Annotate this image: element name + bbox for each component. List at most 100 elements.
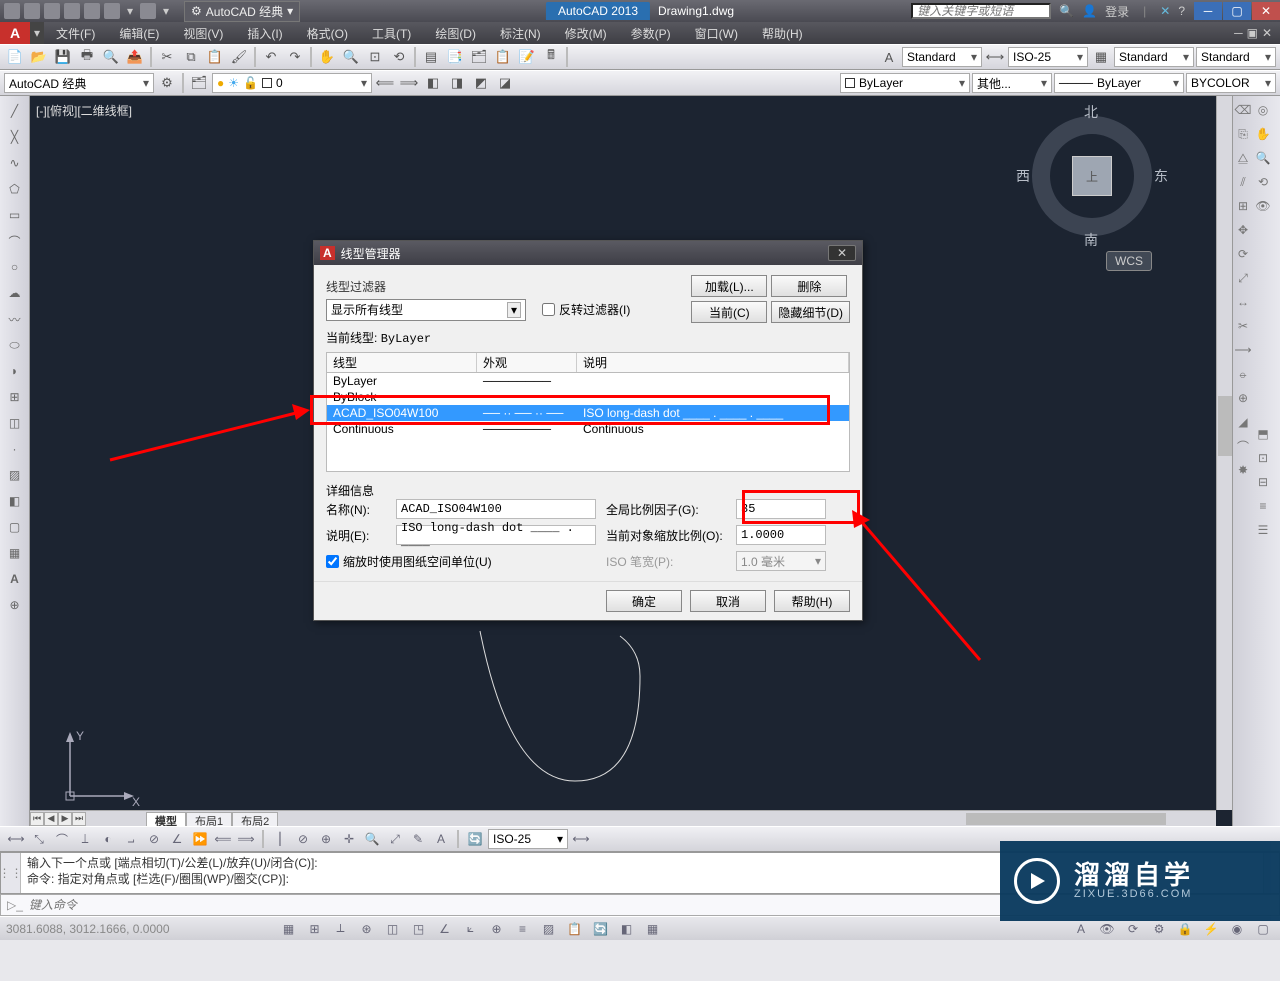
viewcube[interactable]: 北 南 西 东 上: [1022, 106, 1162, 246]
color-drop[interactable]: ByLayer▾: [840, 73, 970, 93]
dyn-icon[interactable]: ⊕: [486, 919, 508, 939]
qat-redo-icon[interactable]: [140, 3, 156, 19]
osnap-icon[interactable]: ◫: [382, 919, 404, 939]
layer-match-icon[interactable]: ◨: [446, 72, 468, 94]
tab-next-icon[interactable]: ▶: [58, 812, 72, 826]
workspace-drop[interactable]: AutoCAD 经典▾: [4, 73, 154, 93]
app-menu-arrow-icon[interactable]: ▾: [30, 22, 44, 44]
fillet-icon[interactable]: ⌒: [1233, 436, 1253, 456]
pan-icon[interactable]: ✋: [316, 46, 338, 68]
ssm-icon[interactable]: 📋: [492, 46, 514, 68]
layer-prop-icon[interactable]: 🗂: [188, 72, 210, 94]
menu-insert[interactable]: 插入(I): [235, 22, 294, 44]
model-icon[interactable]: ◧: [616, 919, 638, 939]
dc-icon[interactable]: 📑: [444, 46, 466, 68]
insert-icon[interactable]: ⊞: [4, 386, 26, 408]
dimstyle-current-drop[interactable]: ISO-25▾: [488, 829, 568, 849]
print-icon[interactable]: 🖶: [76, 46, 98, 68]
circle-icon[interactable]: ○: [4, 256, 26, 278]
trans-icon[interactable]: ▨: [538, 919, 560, 939]
textstyle-drop[interactable]: Standard▾: [902, 47, 982, 67]
menu-edit[interactable]: 编辑(E): [107, 22, 171, 44]
tpalette-icon[interactable]: 🗂: [468, 46, 490, 68]
extend-icon[interactable]: ⟶: [1233, 340, 1253, 360]
ws-switch-icon[interactable]: ⚙: [1148, 919, 1170, 939]
nav-pan-icon[interactable]: ✋: [1253, 124, 1273, 144]
hw-accel-icon[interactable]: ⚡: [1200, 919, 1222, 939]
layer-uniso-icon[interactable]: ◪: [494, 72, 516, 94]
publish-icon[interactable]: 📤: [124, 46, 146, 68]
isolate-icon[interactable]: ◉: [1226, 919, 1248, 939]
block-icon[interactable]: ◫: [4, 412, 26, 434]
tab-layout1[interactable]: 布局1: [186, 812, 232, 826]
zoom-icon[interactable]: 🔍: [340, 46, 362, 68]
erase-icon[interactable]: ⌫: [1233, 100, 1253, 120]
textstyle-icon[interactable]: A: [878, 46, 900, 68]
dim-edit-icon[interactable]: ✎: [408, 829, 428, 849]
login-label[interactable]: 登录: [1105, 3, 1129, 20]
paste-icon[interactable]: 📋: [204, 46, 226, 68]
dim-aligned-icon[interactable]: ⤡: [29, 829, 49, 849]
mirror-icon[interactable]: ⧋: [1233, 148, 1253, 168]
desc-field[interactable]: ISO long-dash dot ____ . ____: [396, 525, 596, 545]
cancel-button[interactable]: 取消: [690, 590, 766, 612]
hatch-icon[interactable]: ▨: [4, 464, 26, 486]
tab-model[interactable]: 模型: [146, 812, 186, 826]
tab-first-icon[interactable]: ⏮: [30, 812, 44, 826]
qat-open-icon[interactable]: [24, 3, 40, 19]
otrack-icon[interactable]: ∠: [434, 919, 456, 939]
menu-view[interactable]: 视图(V): [171, 22, 235, 44]
ducs-icon[interactable]: ⟀: [460, 919, 482, 939]
new-icon[interactable]: 📄: [4, 46, 26, 68]
dim-cont-icon[interactable]: ⟹: [236, 829, 256, 849]
osnap3d-icon[interactable]: ◳: [408, 919, 430, 939]
cut-icon[interactable]: ✂: [156, 46, 178, 68]
dim-jog-icon[interactable]: ⨼: [121, 829, 141, 849]
layer-tool-icon[interactable]: ◧: [422, 72, 444, 94]
viewcube-n[interactable]: 北: [1084, 102, 1098, 122]
nav-orbit-icon[interactable]: ⟲: [1253, 172, 1273, 192]
menu-param[interactable]: 参数(P): [619, 22, 683, 44]
workspace-selector[interactable]: ⚙ AutoCAD 经典 ▾: [184, 1, 300, 22]
nav-zoom-icon[interactable]: 🔍: [1253, 148, 1273, 168]
lock-ui-icon[interactable]: 🔒: [1174, 919, 1196, 939]
dim-rad-icon[interactable]: ◐: [98, 829, 118, 849]
minimize-button[interactable]: ─: [1194, 2, 1222, 20]
clean-screen-icon[interactable]: ▢: [1252, 919, 1274, 939]
region-icon[interactable]: ▢: [4, 516, 26, 538]
qat-dropdown-icon[interactable]: ▾: [160, 5, 172, 17]
menu-tools[interactable]: 工具(T): [360, 22, 423, 44]
join-icon[interactable]: ⊕: [1233, 388, 1253, 408]
tray-icon[interactable]: ▦: [642, 919, 664, 939]
delete-button[interactable]: 删除: [771, 275, 847, 297]
linetype-drop[interactable]: ──── ByLayer▾: [1054, 73, 1184, 93]
tolerance-icon[interactable]: ⊕: [316, 829, 336, 849]
offset-icon[interactable]: ⫽: [1233, 172, 1253, 192]
dim-base-icon[interactable]: ⟸: [213, 829, 233, 849]
rotate-icon[interactable]: ⟳: [1233, 244, 1253, 264]
ungroup-icon[interactable]: ⊟: [1253, 472, 1273, 492]
pline-icon[interactable]: ∿: [4, 152, 26, 174]
ann-scale-icon[interactable]: A: [1070, 919, 1092, 939]
ann-auto-icon[interactable]: ⟳: [1122, 919, 1144, 939]
tablestyle-icon[interactable]: ▦: [1090, 46, 1112, 68]
scale-icon[interactable]: ⤢: [1233, 268, 1253, 288]
ann-vis-icon[interactable]: 👁: [1096, 919, 1118, 939]
search-icon[interactable]: 🔍: [1059, 4, 1074, 18]
move-icon[interactable]: ✥: [1233, 220, 1253, 240]
tab-layout2[interactable]: 布局2: [232, 812, 278, 826]
trim-icon[interactable]: ✂: [1233, 316, 1253, 336]
break-icon[interactable]: ⦵: [1233, 364, 1253, 384]
save-icon[interactable]: 💾: [52, 46, 74, 68]
viewport-label[interactable]: [-][俯视][二维线框]: [36, 102, 132, 119]
grid-icon[interactable]: ⊞: [304, 919, 326, 939]
layer-state-icon[interactable]: ⟹: [398, 72, 420, 94]
rect-icon[interactable]: ▭: [4, 204, 26, 226]
mtext-icon[interactable]: A: [4, 568, 26, 590]
ortho-icon[interactable]: ⟂: [330, 919, 352, 939]
inspect-icon[interactable]: 🔍: [362, 829, 382, 849]
tablestyle-drop[interactable]: Standard▾: [1114, 47, 1194, 67]
dim-dia-icon[interactable]: ⊘: [144, 829, 164, 849]
dialog-titlebar[interactable]: A 线型管理器 ✕: [314, 241, 862, 265]
selsim-icon[interactable]: ≡: [1253, 496, 1273, 516]
